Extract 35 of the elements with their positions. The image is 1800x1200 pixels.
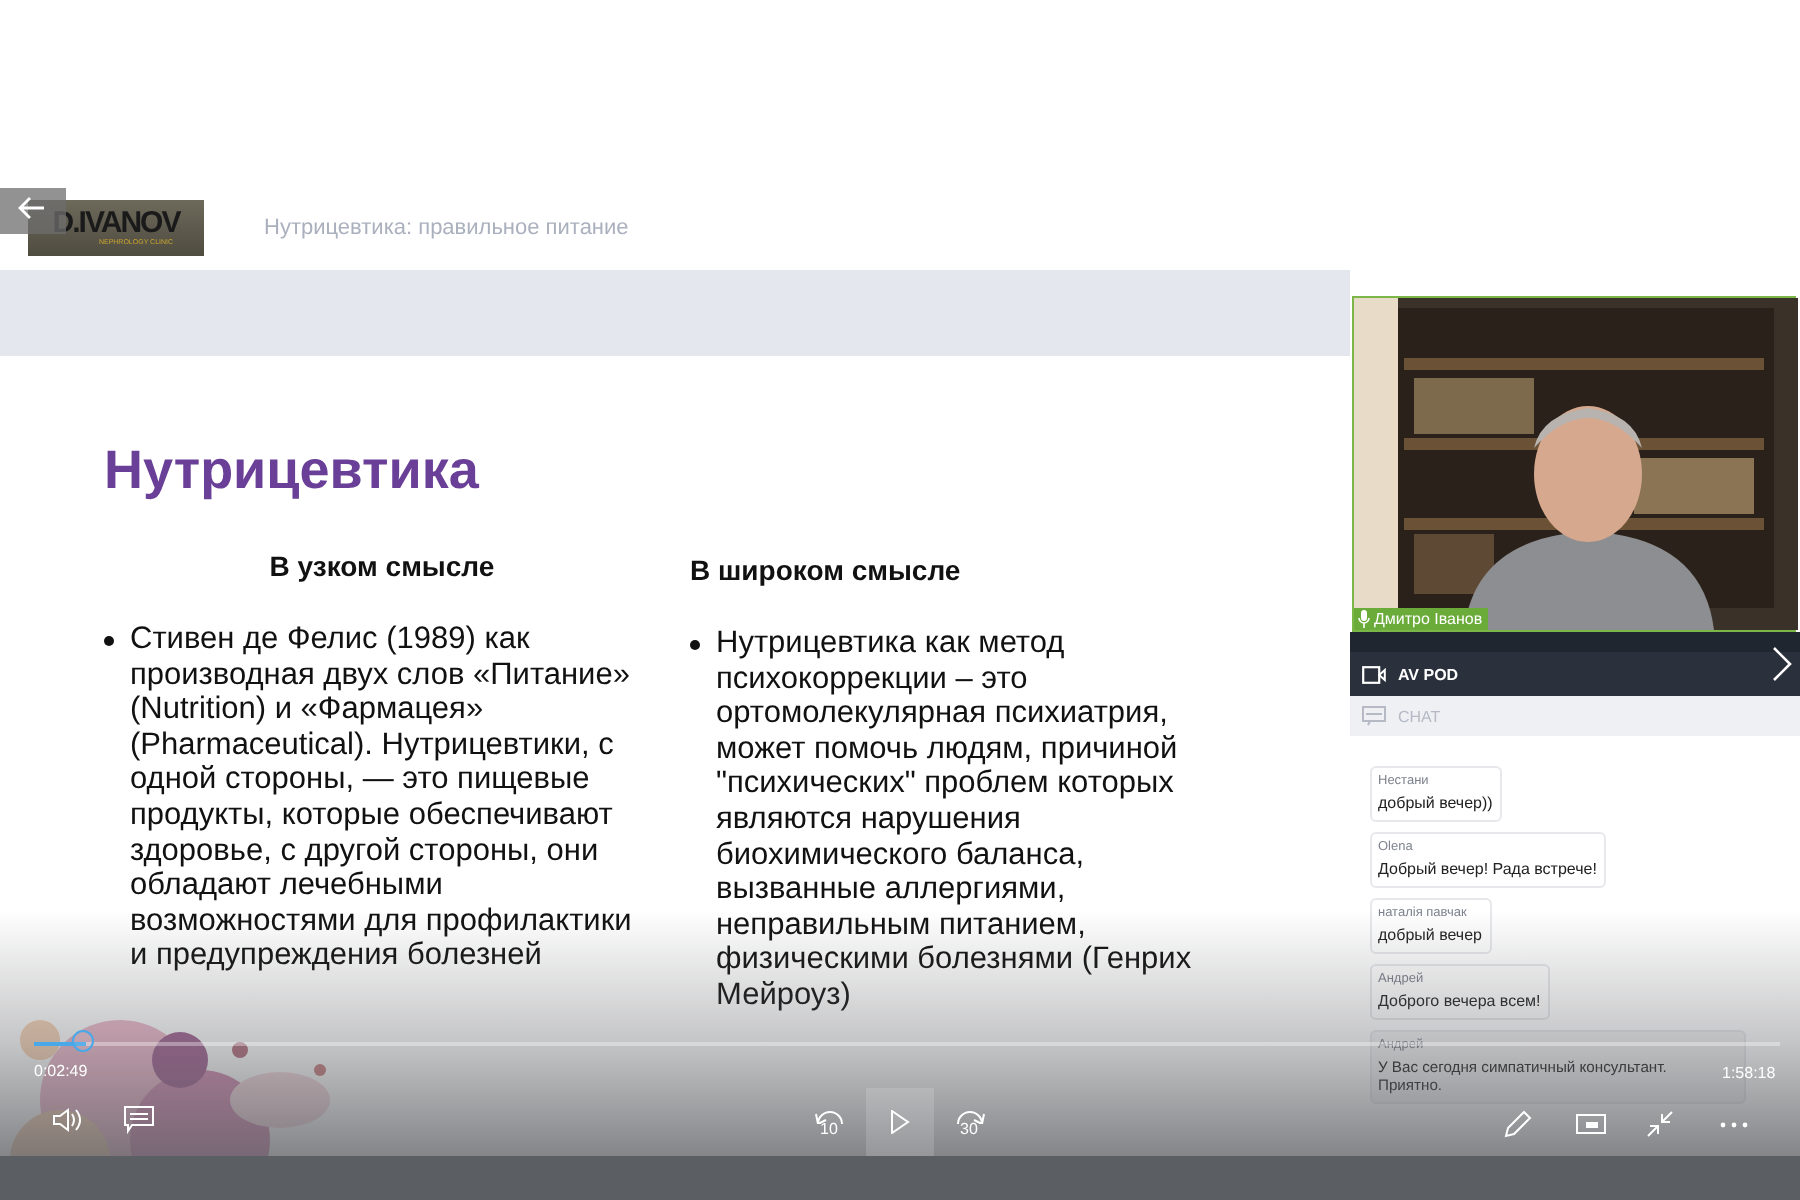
message-text: добрый вечер)) <box>1378 794 1493 812</box>
chat-icon <box>1362 706 1386 726</box>
subtitles-icon[interactable] <box>124 1106 154 1134</box>
forward-label: 30 <box>960 1120 978 1138</box>
chevron-right-icon[interactable] <box>1772 646 1792 682</box>
message-text: Доброго вечера всем! <box>1378 992 1541 1010</box>
speaker-name: Дмитро Іванов <box>1374 610 1483 628</box>
message-text: Добрый вечер! Рада встрече! <box>1378 860 1597 878</box>
column-heading: В широком смысле <box>690 554 963 586</box>
more-icon[interactable] <box>1720 1122 1748 1128</box>
message-time: 1:58:18 <box>1722 1064 1776 1082</box>
rewind-label: 10 <box>820 1120 838 1138</box>
play-button[interactable] <box>866 1088 934 1156</box>
screen-icon[interactable] <box>1576 1114 1606 1134</box>
av-pod-tab[interactable]: AV POD <box>1350 632 1800 696</box>
logo-title: D.IVANOV <box>52 208 180 238</box>
minimize-icon[interactable] <box>1646 1110 1674 1138</box>
forward-icon[interactable] <box>954 1108 986 1124</box>
bullet-text: Нутрицевтика как метод психокоррекции – это ортомолекулярная психиатрия, может помочь людям, причиной "психических" проблем которых являются нарушения биохимического баланса, вызванные аллергиями, неправильным питанием, физическими болезнями (Генрих Мейроуз) <box>716 626 1194 1014</box>
elapsed-time: 0:02:49 <box>34 1062 88 1080</box>
arrow-left-icon <box>18 196 46 220</box>
pencil-icon[interactable] <box>1504 1110 1532 1138</box>
message-text: добрый вечер <box>1378 926 1482 944</box>
camera-icon <box>1362 665 1386 683</box>
presentation-title: Нутрицевтика: правильное питание <box>264 216 629 240</box>
volume-icon[interactable] <box>52 1106 84 1134</box>
play-icon <box>890 1110 910 1134</box>
bullet-text: Стивен де Фелис (1989) как производная двух слов «Питание» (Nutrition) и «Фармацея» (Pharmaceutical). Нутрицевтики, с одной стороны, — это пищевые продукты, которые обеспечивают здоровье, с другой стороны, они обладают лечебными возможностями для профилактики и предупреждения болезней <box>130 622 634 974</box>
bullet-icon <box>690 640 700 650</box>
progress-thumb[interactable] <box>72 1030 95 1052</box>
bullet-icon <box>104 636 114 646</box>
microphone-icon <box>1358 610 1370 628</box>
rewind-icon[interactable] <box>814 1108 846 1124</box>
column-heading: В узком смысле <box>267 550 497 582</box>
slide-title: Нутрицевтика <box>104 440 481 502</box>
